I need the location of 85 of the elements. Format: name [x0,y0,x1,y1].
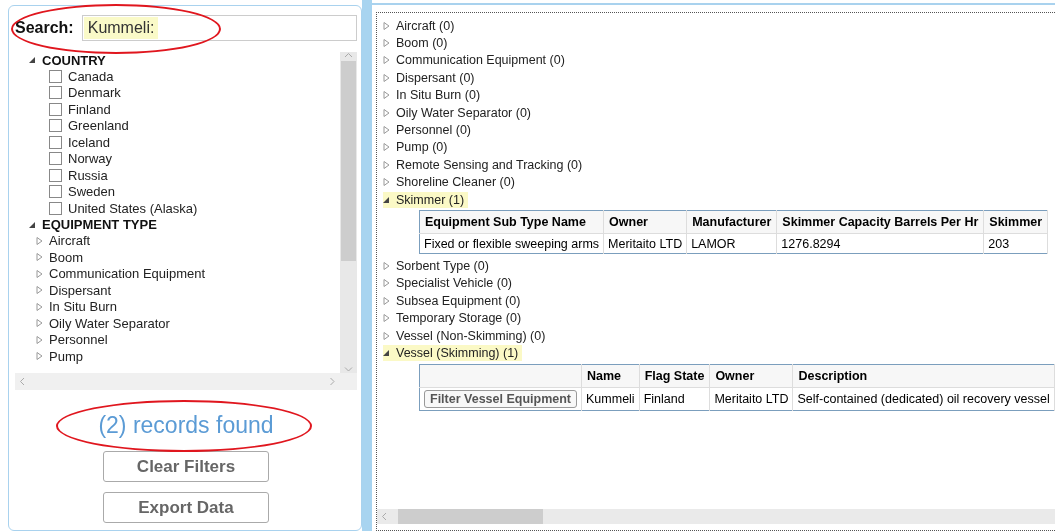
result-node[interactable]: Subsea Equipment (0) [383,292,525,309]
table-cell: 1276.8294 [776,233,984,254]
checkbox[interactable] [49,201,62,215]
tree-item[interactable]: Communication Equipment [49,266,206,282]
country-label: Greenland [68,118,129,134]
expand-triangle-icon[interactable] [36,302,43,311]
checkbox[interactable] [49,69,62,83]
result-node[interactable]: Shoreline Cleaner (0) [383,174,519,191]
tree-item[interactable]: Boom [49,249,83,265]
horizontal-scrollbar[interactable] [377,509,1055,524]
clear-filters-button[interactable]: Clear Filters [103,451,269,482]
table-cell: Fixed or flexible sweeping arms [419,233,604,254]
result-node[interactable]: Oily Water Separator (0) [383,104,535,121]
collapse-triangle-icon[interactable] [29,220,36,229]
table-cell: Kummeli [581,387,640,411]
result-node[interactable]: Skimmer (1) [383,191,469,208]
column-header: Skimmer [983,210,1048,234]
result-node[interactable]: Communication Equipment (0) [383,52,569,69]
table-cell: Meritaito LTD [709,387,793,411]
country-label: Iceland [68,134,110,150]
expand-triangle-icon[interactable] [36,253,43,262]
tree-item[interactable]: In Situ Burn [49,299,117,315]
country-label: Norway [68,151,113,167]
checkbox[interactable] [49,152,62,166]
country-label: Finland [68,101,111,117]
expand-triangle-icon[interactable] [36,335,43,344]
search-label: Search: [15,19,74,37]
tree-item[interactable]: Oily Water Separator [49,315,170,331]
country-label: Denmark [68,85,121,101]
collapse-triangle-icon[interactable] [383,195,390,204]
column-header: Flag State [639,364,710,388]
table-cell: LAMOR [686,233,777,254]
checkbox[interactable] [49,119,62,133]
country-label: United States (Alaska) [68,200,198,216]
collapse-triangle-icon[interactable] [29,56,36,64]
expand-triangle-icon[interactable] [36,286,43,295]
expand-triangle-icon[interactable] [36,269,43,278]
country-label: Canada [68,68,114,84]
checkbox[interactable] [49,102,62,116]
search-field[interactable]: Kummeli: [81,15,357,41]
checkbox[interactable] [49,86,62,100]
tree-item[interactable]: Aircraft [49,233,91,249]
country-label: Sweden [68,184,115,200]
column-header: Name [581,364,640,388]
column-header: Equipment Sub Type Name [419,210,604,234]
export-data-button[interactable]: Export Data [103,492,269,523]
tree-item[interactable]: Pump [49,348,83,364]
result-node[interactable]: Vessel (Skimming) (1) [383,344,523,361]
result-node[interactable]: Vessel (Non-Skimming) (0) [383,327,550,344]
expand-triangle-icon[interactable] [36,352,43,361]
column-header: Description [793,364,1055,388]
expand-triangle-icon[interactable] [36,236,43,245]
table-cell: 203 [983,233,1048,254]
filter-vessel-button[interactable]: Filter Vessel Equipment [424,389,577,408]
result-node[interactable]: Sorbent Type (0) [383,258,493,274]
result-node[interactable]: In Situ Burn (0) [383,87,485,104]
result-node[interactable]: Temporary Storage (0) [383,310,526,327]
column-header: Skimmer Capacity Barrels Per Hr [776,210,984,234]
vertical-scrollbar[interactable] [340,52,357,373]
checkbox[interactable] [49,185,62,199]
result-node[interactable]: Personnel (0) [383,122,476,139]
table-cell: Meritaito LTD [603,233,687,254]
search-value: Kummeli: [83,17,159,39]
result-node[interactable]: Aircraft (0) [383,17,459,34]
tree-item[interactable]: Personnel [49,332,108,348]
column-header: Manufacturer [686,210,777,234]
result-node[interactable]: Dispersant (0) [383,69,479,86]
column-header: Owner [603,210,687,234]
table-cell: Finland [639,387,710,411]
collapse-triangle-icon[interactable] [383,348,390,357]
result-node[interactable]: Specialist Vehicle (0) [383,275,517,292]
horizontal-scrollbar[interactable] [15,373,340,390]
column-header: Owner [709,364,793,388]
result-node[interactable]: Remote Sensing and Tracking (0) [383,156,587,173]
result-node[interactable]: Pump (0) [383,139,452,156]
checkbox[interactable] [49,168,62,182]
table-cell: Self-contained (dedicated) oil recovery vessel [793,387,1055,411]
group-heading: EQUIPMENT TYPE [42,217,157,232]
expand-triangle-icon[interactable] [383,262,390,270]
country-label: Russia [68,167,108,183]
expand-triangle-icon[interactable] [36,319,43,328]
group-heading: COUNTRY [42,52,106,68]
checkbox[interactable] [49,135,62,149]
result-node[interactable]: Boom (0) [383,35,452,52]
tree-item[interactable]: Dispersant [49,282,112,298]
